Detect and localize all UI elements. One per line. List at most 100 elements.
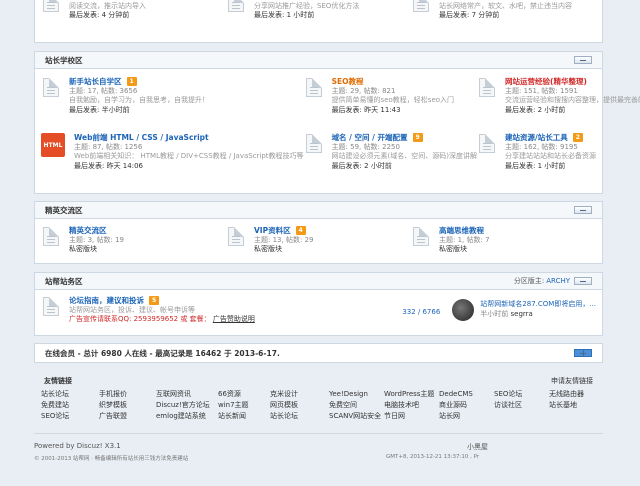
friend-link[interactable]: 广告联盟 (99, 412, 156, 421)
forum-doc-icon (43, 227, 59, 246)
forum-doc-icon (479, 134, 496, 153)
forum-desc: 分享建站站站和站长必备资源 (505, 152, 597, 160)
forum-cell: 域名 / 空间 / 开端配置 9 主题: 59, 帖数: 2250 网站建设必须元素(… (304, 128, 477, 184)
forum-desc: 交流运营经验和搜搜内容整理，提供最完善的内容 (505, 96, 640, 104)
forum-name[interactable]: Web前端 HTML / CSS / JavaScript (74, 133, 209, 143)
help-forum-name[interactable]: 论坛指南，建议和投诉 (69, 296, 144, 306)
forum-doc-icon (413, 0, 429, 12)
friend-link[interactable]: Discuz!官方论坛 (156, 401, 218, 410)
friend-link[interactable]: win7主题 (218, 401, 270, 410)
collapse-button[interactable] (574, 206, 592, 214)
apply-link[interactable]: 申请友情链接 (551, 376, 593, 386)
avatar[interactable] (452, 299, 475, 321)
help-section-header: 站帮站务区 分区版主: ARCHY (35, 273, 602, 290)
friend-link[interactable]: 站长论坛 (41, 390, 99, 399)
forum-doc-icon (43, 78, 59, 97)
forum-name[interactable]: 建站资源/站长工具 (505, 133, 568, 143)
friend-link[interactable]: 66资源 (218, 390, 270, 399)
forum-info: VIP资料区 4 主题: 13, 帖数: 29 私密版块 (254, 226, 411, 254)
friend-link[interactable]: 访谈社区 (494, 401, 549, 410)
forum-cell: 网站运营经验(精华整理) 主题: 151, 帖数: 1591 交流运营经验和搜搜内容… (477, 72, 640, 128)
help-forum-info: 论坛指南，建议和投诉 5 站帮网站务区，投诉、建议、帐号申诉等 广告宣传请联系Q… (69, 296, 369, 336)
forum-info: 主题: 17万, 帖数: 45万分享网站推广经验，SEO优化方法最后发表: 1 … (254, 0, 411, 37)
friend-link[interactable]: 互联网资讯 (156, 390, 218, 399)
forum-meta: 主题: 87, 帖数: 1256 (74, 142, 143, 151)
forum-last-post: 最后发表: 昨天 11:43 (331, 105, 401, 114)
forum-name[interactable]: 高端思维教程 (439, 226, 484, 236)
friend-link[interactable]: 网页模板 (270, 401, 329, 410)
online-bar: 在线会员 - 总计 6980 人在线 - 最高记录是 16462 于 2013-… (34, 343, 603, 363)
forum-name-row: Web前端 HTML / CSS / JavaScript (74, 133, 304, 143)
forum-desc: Web前端相关知识： HTML教程 / DIV+CSS教程 / JavaScri… (74, 152, 304, 160)
footer-divider (34, 433, 603, 434)
help-counts-text: 332 / 6766 (402, 308, 441, 316)
friend-link[interactable]: 免费空间 (329, 401, 384, 410)
ad-info-link[interactable]: 广告赞助说明 (213, 315, 255, 323)
help-forum-counts: 332 / 6766 (369, 296, 440, 336)
collapse-button[interactable] (574, 56, 592, 64)
forum-doc-icon (305, 78, 322, 97)
forum-name-row: SEO教程 (332, 77, 477, 87)
forum-cell: SEO教程 主题: 29, 帖数: 821 提供简单易懂的seo教程，轻松seo入门… (304, 72, 477, 128)
friend-link[interactable]: 节日网 (384, 412, 439, 421)
copyright: © 2001-2013 站帮网 · 畅备编辑所有站长用三钱方法免责建站 (34, 456, 189, 462)
friend-link[interactable]: 商业源码 (439, 401, 494, 410)
friend-link[interactable]: 织梦模板 (99, 401, 156, 410)
help-last-post: 站帮网新域名287.COM即将启用，... 半小时前 segrra (452, 296, 596, 336)
last-post-title[interactable]: 站帮网新域名287.COM即将启用，... (480, 299, 596, 309)
forum-info: 域名 / 空间 / 开端配置 9 主题: 59, 帖数: 2250 网站建设必须元素(… (332, 133, 477, 179)
friend-link[interactable]: 站长论坛 (270, 412, 329, 421)
friend-link[interactable]: WordPress主题 (384, 390, 439, 399)
forum-doc-icon (479, 78, 496, 97)
forum-name[interactable]: 域名 / 空间 / 开端配置 (332, 133, 408, 143)
forum-cell: 新手站长自学区 1 主题: 17, 帖数: 3656 自我勉励，自学习为，自我思考，自… (41, 72, 304, 128)
friend-link[interactable]: SCANV网站安全 (329, 412, 384, 421)
friend-link[interactable]: 电脑技术吧 (384, 401, 439, 410)
forum-info: SEO教程 主题: 29, 帖数: 821 提供简单易懂的seo教程，轻松seo入门… (332, 77, 477, 123)
forum-name[interactable]: 精英交流区 (69, 226, 107, 236)
blacklist-link[interactable]: 小黑屋 (467, 442, 488, 452)
friend-link[interactable]: SEO论坛 (41, 412, 99, 421)
forum-cell: 精英交流区 主题: 3, 帖数: 19 私密版块 (41, 221, 226, 259)
friend-link[interactable]: SEO论坛 (494, 390, 549, 399)
friend-link[interactable]: 手机报价 (99, 390, 156, 399)
help-section: 站帮站务区 分区版主: ARCHY 论坛指南，建议和投诉 5 站帮网站务区，投诉… (34, 272, 603, 336)
forum-name[interactable]: VIP资料区 (254, 226, 291, 236)
forum-cell: 主题: 9904, 帖数: 2万阅读交流，推示站内导入最后发表: 4 分钟前 (41, 0, 226, 42)
forum-last-post: 私密版块 (69, 245, 97, 253)
forum-name-row: VIP资料区 4 (254, 226, 411, 236)
friend-link[interactable]: 克米设计 (270, 390, 329, 399)
collapse-button[interactable] (574, 277, 592, 285)
friend-link[interactable]: 无线路由器 (549, 390, 609, 399)
friend-link[interactable]: emlog建站系统 (156, 412, 218, 421)
friend-link[interactable]: 站长网 (439, 412, 494, 421)
help-section-title: 站帮站务区 (45, 276, 83, 286)
forum-name-row: 建站资源/站长工具 2 (505, 133, 640, 143)
new-post-badge: 5 (149, 296, 160, 306)
friend-link[interactable]: Yee!Design (329, 390, 384, 399)
forum-info: 网站运营经验(精华整理) 主题: 151, 帖数: 1591 交流运营经验和搜搜内容… (505, 77, 640, 123)
friend-link[interactable]: DedeCMS (439, 390, 494, 399)
moderator-link[interactable]: ARCHY (546, 277, 570, 285)
forum-name-row: 新手站长自学区 1 (69, 77, 304, 87)
forum-name[interactable]: 网站运营经验(精华整理) (505, 77, 587, 87)
forum-desc: 自我勉励，自学习为，自我思考，自我提升！ (69, 96, 209, 104)
friend-links-header: 友情链接 申请友情链接 (34, 369, 603, 390)
expand-button[interactable] (574, 349, 592, 357)
forum-last-post: 最后发表: 半小时前 (69, 105, 130, 114)
forum-name[interactable]: SEO教程 (332, 77, 364, 87)
forum-last-post: 私密版块 (439, 245, 467, 253)
forum-meta: 主题: 162, 帖数: 9195 (505, 142, 578, 151)
forum-meta: 主题: 59, 帖数: 2250 (331, 142, 400, 151)
powered-by: Powered by Discuz! X3.1 (34, 442, 121, 450)
forum-info: 新手站长自学区 1 主题: 17, 帖数: 3656 自我勉励，自学习为，自我思考，自… (69, 77, 304, 123)
help-forum-desc: 站帮网站务区，投诉、建议、帐号申诉等 (69, 305, 195, 314)
forum-cell: 高端思维教程 主题: 1, 帖数: 7 私密版块 (411, 221, 596, 259)
server-time: GMT+8, 2013-12-21 13:37:10 , Pr (386, 454, 480, 460)
elite-section-header: 精英交流区 (35, 202, 602, 219)
last-post-user[interactable]: segrra (511, 310, 533, 318)
friend-link[interactable]: 站长新闻 (218, 412, 270, 421)
friend-link[interactable]: 免费建站 (41, 401, 99, 410)
forum-name[interactable]: 新手站长自学区 (69, 77, 122, 87)
friend-link[interactable]: 站长基地 (549, 401, 609, 410)
